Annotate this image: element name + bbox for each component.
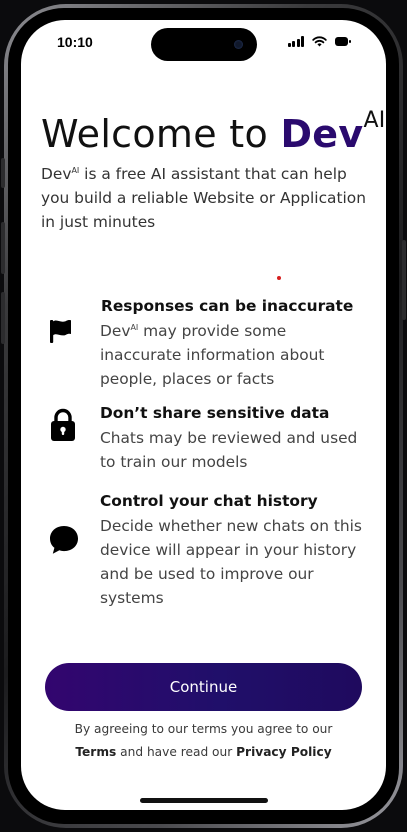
privacy-policy-link[interactable]: Privacy Policy	[236, 745, 332, 759]
intro-body: is a free AI assistant that can help you…	[41, 165, 366, 231]
red-dot-marker	[277, 276, 281, 280]
action-button	[1, 158, 5, 188]
phone-screen: 10:10 Welcome to DevAI DevAI is a free A…	[21, 20, 386, 810]
legal-middle: and have read our	[116, 745, 237, 759]
volume-up-button	[1, 222, 5, 274]
feature-title: Control your chat history	[100, 492, 318, 510]
brand-superscript: AI	[363, 108, 386, 133]
feature-title: Don’t share sensitive data	[100, 404, 330, 422]
welcome-title-prefix: Welcome to	[41, 112, 281, 156]
feature-description: Chats may be reviewed and used to train …	[100, 429, 358, 471]
legal-text: By agreeing to our terms you agree to ou…	[21, 718, 386, 764]
brand-name: Dev	[280, 112, 364, 156]
onboarding-content: Welcome to DevAI DevAI is a free AI assi…	[21, 20, 386, 810]
intro-text: DevAI is a free AI assistant that can he…	[41, 162, 371, 234]
feature-description: Decide whether new chats on this device …	[100, 517, 362, 607]
chat-bubble-icon	[50, 526, 78, 554]
flag-icon	[50, 320, 71, 343]
feature-brand: Dev	[100, 322, 131, 340]
intro-brand: Dev	[41, 165, 72, 183]
feature-description: DevAI may provide some inaccurate inform…	[100, 319, 372, 391]
lock-icon	[51, 408, 75, 441]
legal-line-1: By agreeing to our terms you agree to ou…	[74, 722, 333, 736]
feature-title: Responses can be inaccurate	[101, 297, 354, 315]
continue-button[interactable]: Continue	[45, 663, 362, 711]
terms-link[interactable]: Terms	[75, 745, 116, 759]
home-indicator[interactable]	[140, 798, 268, 803]
welcome-title: Welcome to DevAI	[41, 108, 386, 158]
power-button	[402, 240, 406, 320]
volume-down-button	[1, 292, 5, 344]
